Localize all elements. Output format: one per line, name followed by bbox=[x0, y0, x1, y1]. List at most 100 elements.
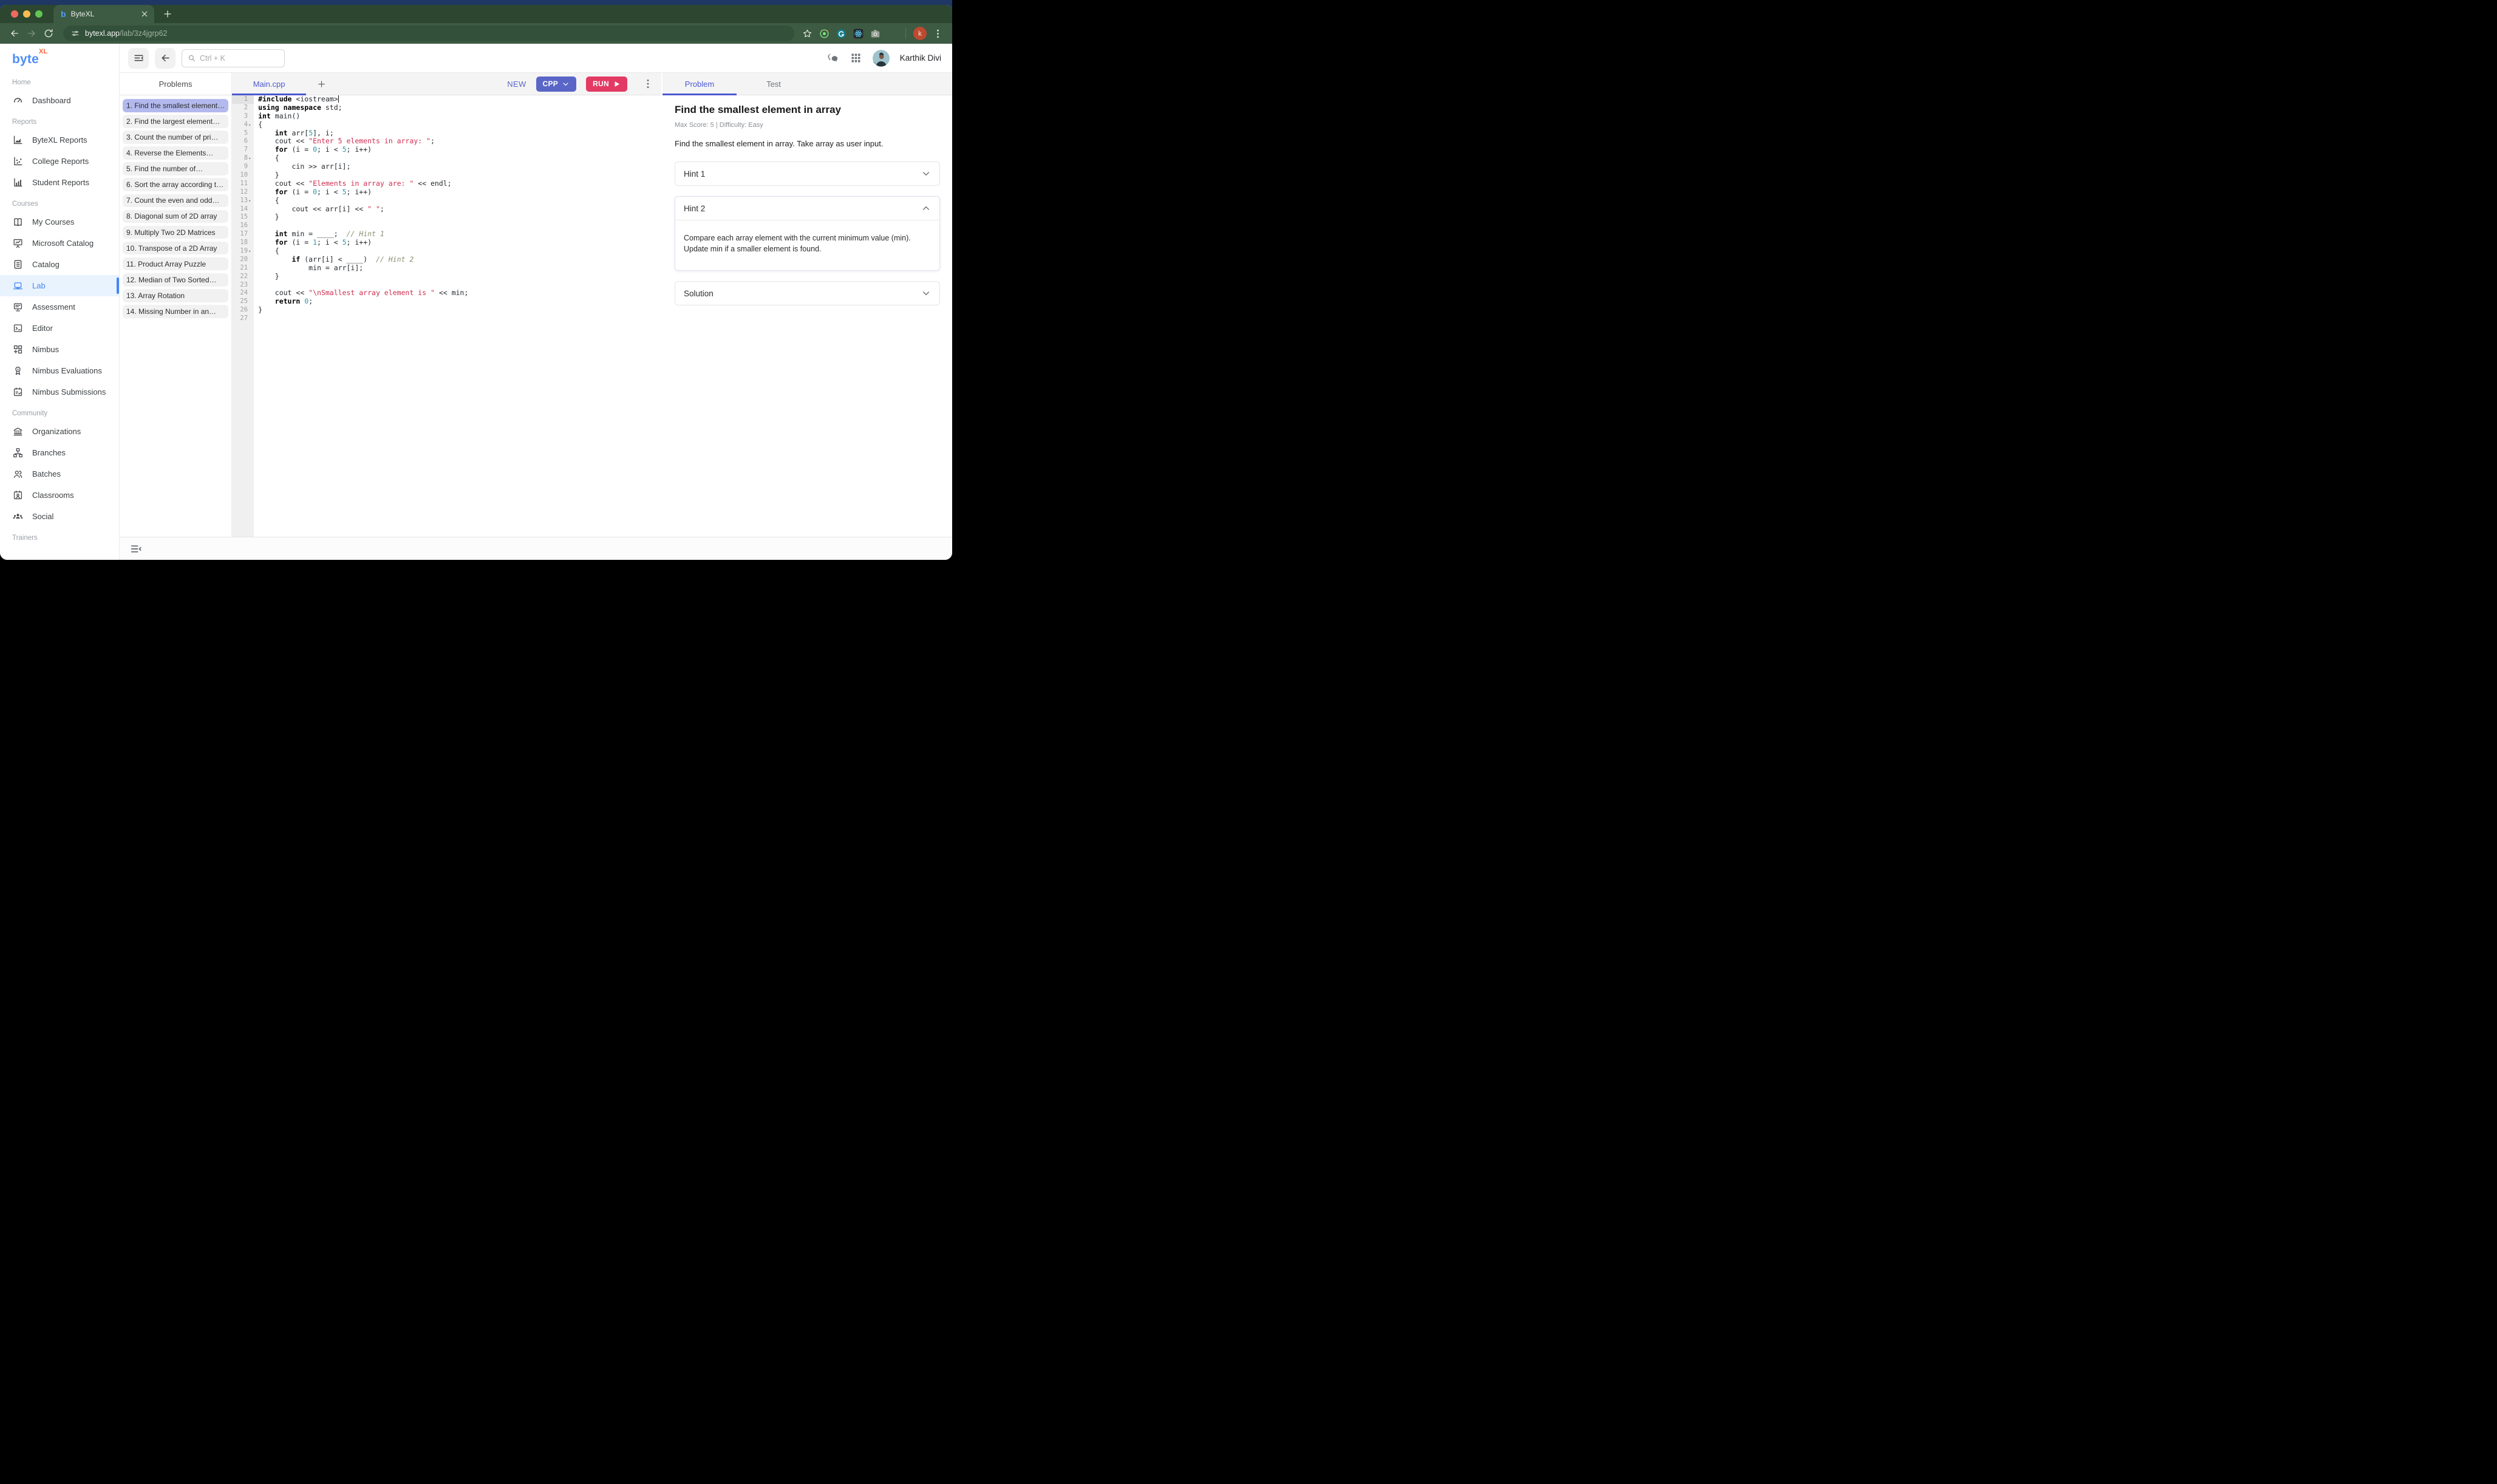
problem-item[interactable]: 3. Count the number of pri… bbox=[123, 131, 228, 144]
search-box[interactable] bbox=[182, 49, 285, 67]
bytexl-app: byteXL HomeDashboardReportsByteXL Report… bbox=[0, 44, 952, 560]
sidebar-item-catalog[interactable]: Catalog bbox=[0, 254, 119, 275]
problem-item[interactable]: 1. Find the smallest element… bbox=[123, 99, 228, 112]
problem-item[interactable]: 4. Reverse the Elements… bbox=[123, 146, 228, 160]
sidebar-item-classrooms[interactable]: Classrooms bbox=[0, 485, 119, 506]
sidebar-item-student-reports[interactable]: Student Reports bbox=[0, 172, 119, 193]
tab-test[interactable]: Test bbox=[737, 73, 811, 95]
code-line: 8▾ { bbox=[232, 154, 661, 163]
catalog-icon bbox=[12, 259, 24, 270]
fold-arrow-icon[interactable]: ▾ bbox=[248, 121, 251, 130]
new-file-button[interactable]: NEW bbox=[507, 80, 526, 89]
browser-profile-avatar[interactable]: k bbox=[913, 27, 927, 40]
sidebar-item-label: My Courses bbox=[32, 217, 74, 226]
sidebar-item-organizations[interactable]: Organizations bbox=[0, 421, 119, 442]
code-editor[interactable]: 1#include <iostream>2using namespace std… bbox=[232, 95, 661, 537]
sidebar-item-label: Nimbus Evaluations bbox=[32, 366, 102, 375]
screenshot-extension-icon[interactable] bbox=[870, 28, 881, 39]
problem-item[interactable]: 8. Diagonal sum of 2D array bbox=[123, 210, 228, 223]
fold-arrow-icon[interactable]: ▾ bbox=[248, 248, 251, 256]
problem-item[interactable]: 2. Find the largest element… bbox=[123, 115, 228, 128]
search-input[interactable] bbox=[200, 54, 267, 63]
problem-item[interactable]: 11. Product Array Puzzle bbox=[123, 257, 228, 271]
line-number: 25 bbox=[232, 298, 254, 306]
problem-item[interactable]: 10. Transpose of a 2D Array bbox=[123, 242, 228, 255]
sidebar-item-college-reports[interactable]: College Reports bbox=[0, 151, 119, 172]
sidebar-item-batches[interactable]: Batches bbox=[0, 463, 119, 485]
new-tab-button[interactable] bbox=[160, 7, 175, 21]
menu-open-icon[interactable] bbox=[128, 48, 149, 69]
sidebar-item-dashboard[interactable]: Dashboard bbox=[0, 90, 119, 111]
problem-meta: Max Score: 5 | Difficulty: Easy bbox=[675, 121, 940, 129]
sidebar-item-label: Microsoft Catalog bbox=[32, 239, 94, 248]
address-bar[interactable]: bytexl.app/lab/3z4jgrp62 bbox=[63, 26, 794, 41]
browser-menu-kebab-icon[interactable] bbox=[932, 28, 944, 39]
browser-toolbar: bytexl.app/lab/3z4jgrp62 k bbox=[0, 23, 952, 44]
zoom-window-button[interactable] bbox=[35, 10, 43, 18]
code-line: 3int main() bbox=[232, 112, 661, 121]
fold-arrow-icon[interactable]: ▾ bbox=[248, 155, 251, 163]
sidebar-item-editor[interactable]: Editor bbox=[0, 318, 119, 339]
user-avatar[interactable] bbox=[873, 50, 890, 67]
problem-item[interactable]: 5. Find the number of… bbox=[123, 162, 228, 175]
problem-item[interactable]: 6. Sort the array according t… bbox=[123, 178, 228, 191]
run-button[interactable]: RUN bbox=[586, 77, 627, 92]
minimize-window-button[interactable] bbox=[23, 10, 30, 18]
user-name: Karthik Divi bbox=[900, 53, 941, 63]
browser-tab[interactable]: b ByteXL bbox=[53, 5, 154, 23]
sidebar-item-my-courses[interactable]: My Courses bbox=[0, 211, 119, 233]
orbit-extension-icon[interactable] bbox=[819, 28, 830, 39]
problem-item[interactable]: 13. Array Rotation bbox=[123, 289, 228, 302]
url-text: bytexl.app/lab/3z4jgrp62 bbox=[85, 29, 168, 38]
forward-icon[interactable] bbox=[24, 26, 39, 41]
grammarly-extension-icon[interactable] bbox=[836, 28, 847, 39]
editor-kebab-icon[interactable] bbox=[642, 78, 654, 90]
tab-problem[interactable]: Problem bbox=[663, 73, 737, 95]
close-tab-icon[interactable] bbox=[140, 9, 149, 19]
code-text bbox=[254, 315, 258, 323]
chat-icon[interactable] bbox=[826, 52, 839, 64]
sidebar-item-social[interactable]: Social bbox=[0, 506, 119, 527]
hierarchy-icon bbox=[12, 447, 24, 458]
problem-item[interactable]: 9. Multiply Two 2D Matrices bbox=[123, 226, 228, 239]
bytexl-logo[interactable]: byteXL bbox=[0, 44, 119, 70]
back-icon[interactable] bbox=[7, 26, 22, 41]
code-text: { bbox=[254, 121, 262, 129]
sidebar-item-microsoft-catalog[interactable]: Microsoft Catalog bbox=[0, 233, 119, 254]
grid-plus-icon bbox=[12, 344, 24, 355]
fold-arrow-icon[interactable]: ▾ bbox=[248, 197, 251, 206]
sidebar-item-lab[interactable]: Lab bbox=[0, 275, 119, 296]
problem-item[interactable]: 7. Count the even and odd… bbox=[123, 194, 228, 208]
problem-item[interactable]: 14. Missing Number in an… bbox=[123, 305, 228, 318]
problem-item[interactable]: 12. Median of Two Sorted… bbox=[123, 273, 228, 287]
react-devtools-extension-icon[interactable] bbox=[853, 28, 864, 39]
bookmark-star-icon[interactable] bbox=[802, 28, 813, 39]
file-tab-main-cpp[interactable]: Main.cpp bbox=[232, 80, 306, 89]
site-settings-icon[interactable] bbox=[70, 29, 80, 38]
accordion-header-hint-1[interactable]: Hint 1 bbox=[675, 162, 939, 185]
terminal-icon bbox=[12, 322, 24, 334]
accordion-header-hint-2[interactable]: Hint 2 bbox=[675, 197, 939, 220]
sidebar-item-nimbus[interactable]: Nimbus bbox=[0, 339, 119, 360]
sidebar-item-assessment[interactable]: Assessment bbox=[0, 296, 119, 318]
apps-grid-icon[interactable] bbox=[850, 52, 862, 64]
back-arrow-button[interactable] bbox=[155, 48, 175, 69]
sidebar-item-nimbus-evaluations[interactable]: Nimbus Evaluations bbox=[0, 360, 119, 381]
extensions-puzzle-icon[interactable] bbox=[887, 28, 898, 39]
close-window-button[interactable] bbox=[11, 10, 18, 18]
add-file-icon[interactable] bbox=[315, 77, 328, 90]
accordion-header-solution[interactable]: Solution bbox=[675, 282, 939, 305]
sidebar-item-branches[interactable]: Branches bbox=[0, 442, 119, 463]
right-panel-body: Find the smallest element in array Max S… bbox=[663, 95, 952, 537]
reload-icon[interactable] bbox=[41, 26, 56, 41]
menu-close-icon[interactable] bbox=[129, 542, 143, 556]
accordion-label: Hint 1 bbox=[684, 169, 705, 179]
book-icon bbox=[12, 216, 24, 228]
line-number: 27 bbox=[232, 315, 254, 323]
sidebar-item-nimbus-submissions[interactable]: Nimbus Submissions bbox=[0, 381, 119, 403]
bank-icon bbox=[12, 426, 24, 437]
nav-section-label: Community bbox=[0, 403, 119, 421]
language-select-button[interactable]: CPP bbox=[536, 77, 577, 92]
sidebar-item-bytexl-reports[interactable]: ByteXL Reports bbox=[0, 129, 119, 151]
sidebar-item-label: Lab bbox=[32, 281, 46, 290]
